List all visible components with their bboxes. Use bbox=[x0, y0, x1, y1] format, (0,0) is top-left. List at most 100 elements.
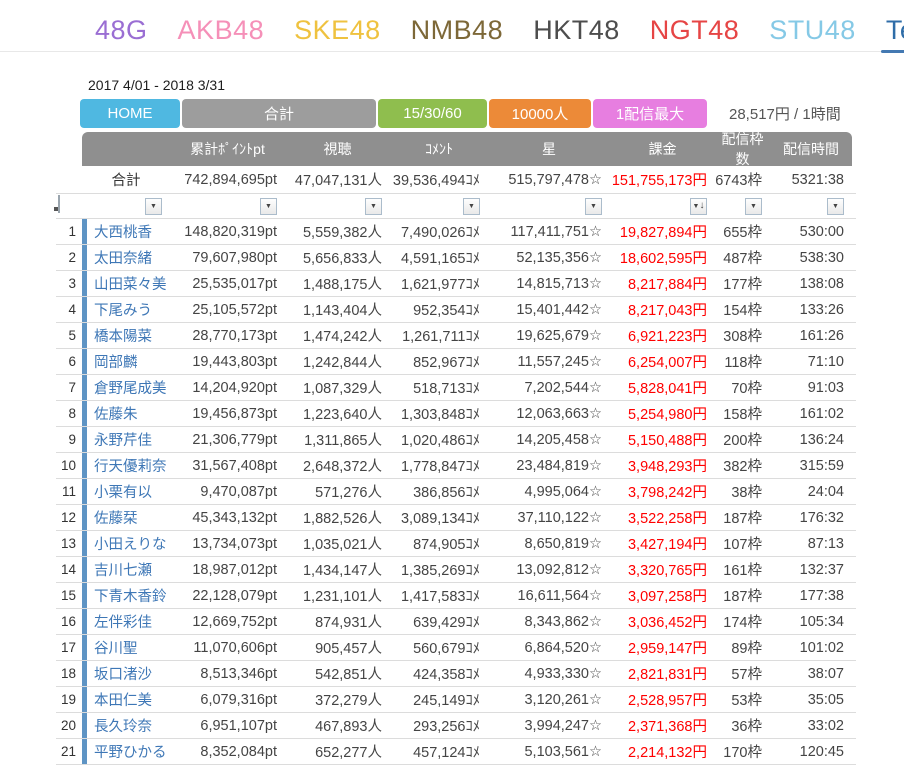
stars-cell: 37,110,122☆ bbox=[488, 505, 610, 530]
viewers-cell: 5,656,833人 bbox=[285, 245, 390, 270]
points-cell: 19,443,803pt bbox=[170, 349, 285, 374]
nav-tab-hkt48[interactable]: HKT48 bbox=[533, 15, 620, 51]
column-filter-button[interactable]: ▼↓ bbox=[585, 198, 602, 215]
slots-cell: 308枠 bbox=[715, 323, 770, 348]
comments-cell: 386,856ｺﾒ bbox=[390, 479, 488, 504]
points-cell: 18,987,012pt bbox=[170, 557, 285, 582]
name-cell: 平野ひかる bbox=[82, 739, 170, 764]
total-stars: 515,797,478☆ bbox=[488, 166, 610, 193]
nav-tab-ske48[interactable]: SKE48 bbox=[294, 15, 381, 51]
rank-cell: 13 bbox=[56, 531, 82, 556]
viewers-cell: 1,882,526人 bbox=[285, 505, 390, 530]
time-cell: 33:02 bbox=[770, 713, 852, 738]
time-cell: 177:38 bbox=[770, 583, 852, 608]
table-row: 7 倉野尾成美 14,204,920pt 1,087,329人 518,713ｺ… bbox=[56, 375, 856, 401]
column-filter-button[interactable]: ▼↓ bbox=[145, 198, 162, 215]
member-link[interactable]: 太田奈緒 bbox=[94, 247, 152, 268]
stars-cell: 14,205,458☆ bbox=[488, 427, 610, 452]
filter-cell: ▼↓ bbox=[390, 198, 488, 215]
member-link[interactable]: 佐藤栞 bbox=[94, 507, 138, 528]
slots-cell: 70枠 bbox=[715, 375, 770, 400]
viewers-cell: 1,311,865人 bbox=[285, 427, 390, 452]
member-link[interactable]: 行天優莉奈 bbox=[94, 455, 167, 476]
dropdown-arrow-icon: ▼ bbox=[693, 203, 700, 210]
nav-tab-ngt48[interactable]: NGT48 bbox=[650, 15, 740, 51]
points-cell: 28,770,173pt bbox=[170, 323, 285, 348]
comments-cell: 852,967ｺﾒ bbox=[390, 349, 488, 374]
toolbar: HOME 合計 15/30/60 10000人 1配信最大 28,517円 / … bbox=[80, 99, 904, 128]
points-cell: 6,079,316pt bbox=[170, 687, 285, 712]
table-row: 18 坂口渚沙 8,513,346pt 542,851人 424,358ｺﾒ 4… bbox=[56, 661, 856, 687]
viewers-cell: 467,893人 bbox=[285, 713, 390, 738]
member-link[interactable]: 小栗有以 bbox=[94, 481, 152, 502]
member-link[interactable]: 下尾みう bbox=[94, 299, 152, 320]
nav-tab-nmb48[interactable]: NMB48 bbox=[411, 15, 504, 51]
time-cell: 530:00 bbox=[770, 219, 852, 244]
column-filter-button[interactable]: ▼↓ bbox=[690, 198, 707, 215]
grid-corner-button[interactable] bbox=[58, 195, 60, 213]
member-link[interactable]: 山田菜々美 bbox=[94, 273, 167, 294]
member-link[interactable]: 橋本陽菜 bbox=[94, 325, 152, 346]
home-button[interactable]: HOME bbox=[80, 99, 180, 128]
money-cell: 3,522,258円 bbox=[610, 505, 715, 530]
member-link[interactable]: 平野ひかる bbox=[94, 741, 167, 762]
stars-cell: 4,933,330☆ bbox=[488, 661, 610, 686]
member-link[interactable]: 下青木香鈴 bbox=[94, 585, 167, 606]
stars-cell: 3,120,261☆ bbox=[488, 687, 610, 712]
group-nav: 48G AKB48 SKE48 NMB48 HKT48 NGT48 STU48 … bbox=[0, 0, 904, 52]
table-row: 16 左伴彩佳 12,669,752pt 874,931人 639,429ｺﾒ … bbox=[56, 609, 856, 635]
stars-cell: 5,103,561☆ bbox=[488, 739, 610, 764]
points-cell: 6,951,107pt bbox=[170, 713, 285, 738]
member-link[interactable]: 坂口渚沙 bbox=[94, 663, 152, 684]
money-cell: 5,150,488円 bbox=[610, 427, 715, 452]
member-link[interactable]: 小田えりな bbox=[94, 533, 167, 554]
table-row: 9 永野芹佳 21,306,779pt 1,311,865人 1,020,486… bbox=[56, 427, 856, 453]
member-link[interactable]: 谷川聖 bbox=[94, 637, 138, 658]
member-link[interactable]: 佐藤朱 bbox=[94, 403, 138, 424]
member-link[interactable]: 大西桃香 bbox=[94, 221, 152, 242]
stars-cell: 13,092,812☆ bbox=[488, 557, 610, 582]
rank-cell: 19 bbox=[56, 687, 82, 712]
time-cell: 91:03 bbox=[770, 375, 852, 400]
nav-tab-stu48[interactable]: STU48 bbox=[769, 15, 856, 51]
member-link[interactable]: 本田仁美 bbox=[94, 689, 152, 710]
column-filter-button[interactable]: ▼↓ bbox=[463, 198, 480, 215]
rank-cell: 2 bbox=[56, 245, 82, 270]
money-cell: 3,036,452円 bbox=[610, 609, 715, 634]
viewers-cell: 1,087,329人 bbox=[285, 375, 390, 400]
viewers-10000-tab[interactable]: 10000人 bbox=[489, 99, 591, 128]
total-viewers: 47,047,131人 bbox=[285, 166, 390, 193]
column-header: 配信時間 bbox=[770, 139, 852, 159]
member-link[interactable]: 左伴彩佳 bbox=[94, 611, 152, 632]
member-link[interactable]: 吉川七瀬 bbox=[94, 559, 152, 580]
column-filter-button[interactable]: ▼↓ bbox=[827, 198, 844, 215]
member-link[interactable]: 長久玲奈 bbox=[94, 715, 152, 736]
points-cell: 8,513,346pt bbox=[170, 661, 285, 686]
nav-tab-48g[interactable]: 48G bbox=[95, 15, 148, 51]
member-link[interactable]: 倉野尾成美 bbox=[94, 377, 167, 398]
table-row: 13 小田えりな 13,734,073pt 1,035,021人 874,905… bbox=[56, 531, 856, 557]
column-filter-button[interactable]: ▼↓ bbox=[365, 198, 382, 215]
column-filter-button[interactable]: ▼↓ bbox=[260, 198, 277, 215]
rank-cell: 1 bbox=[56, 219, 82, 244]
name-cell: 倉野尾成美 bbox=[82, 375, 170, 400]
column-header: 配信枠数 bbox=[715, 129, 770, 169]
total-tab[interactable]: 合計 bbox=[182, 99, 376, 128]
viewers-cell: 1,231,101人 bbox=[285, 583, 390, 608]
nav-tab-akb48[interactable]: AKB48 bbox=[178, 15, 265, 51]
table-row: 2 太田奈緒 79,607,980pt 5,656,833人 4,591,165… bbox=[56, 245, 856, 271]
time-cell: 35:05 bbox=[770, 687, 852, 712]
max-per-stream-tab[interactable]: 1配信最大 bbox=[593, 99, 707, 128]
money-cell: 3,427,194円 bbox=[610, 531, 715, 556]
stars-cell: 19,625,679☆ bbox=[488, 323, 610, 348]
stars-cell: 8,650,819☆ bbox=[488, 531, 610, 556]
member-link[interactable]: 岡部麟 bbox=[94, 351, 138, 372]
name-cell: 坂口渚沙 bbox=[82, 661, 170, 686]
name-cell: 大西桃香 bbox=[82, 219, 170, 244]
viewers-cell: 652,277人 bbox=[285, 739, 390, 764]
nav-tab-team8[interactable]: Team8 bbox=[886, 15, 904, 51]
interval-15-30-60-tab[interactable]: 15/30/60 bbox=[378, 99, 487, 128]
filter-row: ▼↓ ▼↓ ▼↓ ▼↓ ▼↓ ▼↓ ▼↓ bbox=[56, 194, 856, 219]
column-filter-button[interactable]: ▼↓ bbox=[745, 198, 762, 215]
member-link[interactable]: 永野芹佳 bbox=[94, 429, 152, 450]
